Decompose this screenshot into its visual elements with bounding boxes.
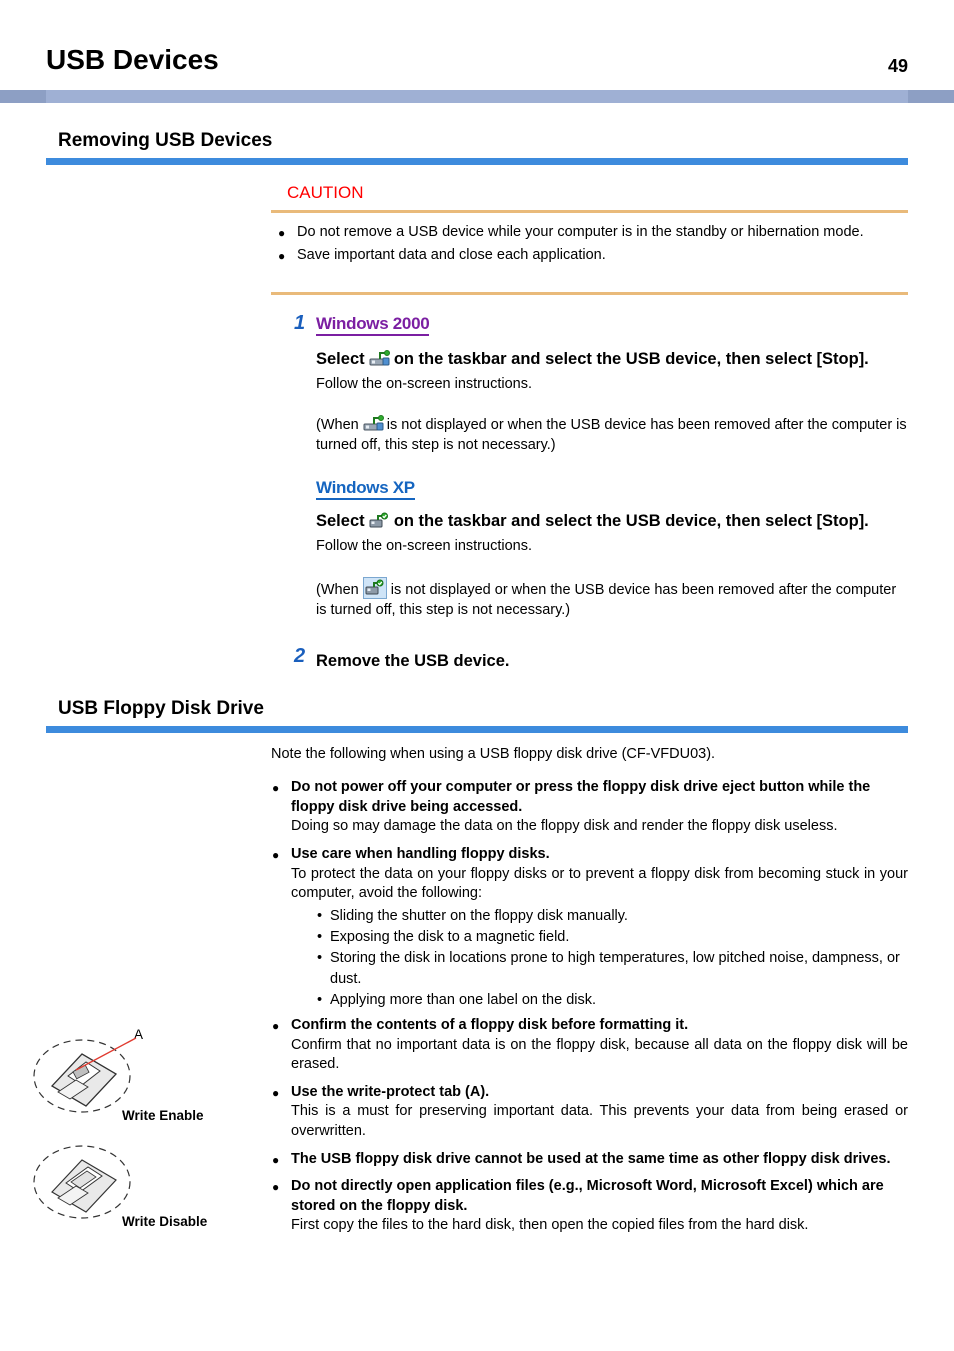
section-underline	[46, 726, 908, 733]
caution-top-rule	[271, 210, 908, 213]
step-1-number: 1	[294, 312, 306, 334]
note-suffix: is not displayed or when the USB device …	[316, 581, 897, 618]
bullet-dot-icon: ●	[272, 847, 280, 862]
floppy-sub-item: Sliding the shutter on the floppy disk m…	[317, 906, 908, 927]
bullet-dot-icon: ●	[272, 1180, 280, 1195]
figure-leader-line	[75, 1037, 137, 1071]
floppy-item: ● Do not directly open application files…	[271, 1177, 908, 1236]
instruction-suffix: on the taskbar and select the USB device…	[393, 512, 869, 530]
section-underline	[46, 158, 908, 165]
bullet-dot-icon: ●	[272, 1152, 280, 1167]
bullet-dot-icon: ●	[272, 1019, 280, 1034]
instruction-follow: Follow the on-screen instructions.	[316, 538, 532, 555]
safely-remove-hardware-icon	[369, 512, 389, 530]
floppy-item-bold: Use the write-protect tab (A).	[291, 1083, 490, 1100]
step-1-win2000-instruction: Select on the taskbar and select the USB…	[316, 348, 908, 455]
floppy-sub-item: Exposing the disk to a magnetic field.	[317, 927, 908, 948]
bullet-dot-icon: ●	[272, 781, 280, 796]
floppy-item-body: Confirm that no important data is on the…	[291, 1036, 908, 1073]
caution-item: ● Do not remove a USB device while your …	[277, 223, 908, 243]
header-band-inner	[46, 90, 908, 103]
instruction-text: Select on the taskbar and select the USB…	[316, 348, 908, 370]
floppy-sub-item: Storing the disk in locations prone to h…	[317, 948, 908, 989]
page-title: USB Devices	[46, 44, 219, 75]
floppy-item-body: Doing so may damage the data on the flop…	[291, 818, 838, 835]
step-1-winxp-instruction: Select on the taskbar and select the USB…	[316, 510, 908, 620]
floppy-item: ● The USB floppy disk drive cannot be us…	[271, 1150, 908, 1170]
caution-item-text: Save important data and close each appli…	[297, 246, 606, 263]
step-2-text: Remove the USB device.	[316, 652, 510, 670]
figure-caption: Write Disable	[122, 1214, 208, 1229]
figure-write-disable: Write Disable	[30, 1136, 240, 1233]
caution-items: ● Do not remove a USB device while your …	[277, 223, 908, 268]
caution-item: ● Save important data and close each app…	[277, 246, 908, 266]
note-prefix: (When	[316, 581, 359, 598]
instruction-prefix: Select	[316, 350, 365, 368]
page-header: USB Devices 49	[0, 0, 954, 105]
note-suffix: is not displayed or when the USB device …	[316, 416, 907, 453]
note-prefix: (When	[316, 416, 359, 433]
floppy-item-bold: Use care when handling floppy disks.	[291, 845, 550, 862]
caution-item-text: Do not remove a USB device while your co…	[297, 224, 864, 240]
safely-remove-hardware-icon	[362, 576, 387, 599]
instruction-follow: Follow the on-screen instructions.	[316, 376, 532, 393]
instruction-suffix: on the taskbar and select the USB device…	[393, 350, 869, 368]
caution-bottom-rule	[271, 292, 908, 295]
section-title: Removing USB Devices	[58, 130, 273, 151]
floppy-item-bold: Confirm the contents of a floppy disk be…	[291, 1017, 689, 1034]
caution-label: CAUTION	[287, 183, 364, 202]
os-tag-windows-2000: Windows 2000	[316, 314, 430, 336]
instruction-prefix: Select	[316, 512, 365, 530]
section-usb-floppy-disk-drive: USB Floppy Disk Drive	[46, 698, 908, 733]
os-tag-windows-xp: Windows XP	[316, 478, 415, 500]
floppy-item: ● Use the write-protect tab (A). This is…	[271, 1083, 908, 1142]
bullet-dot-icon: ●	[272, 1085, 280, 1100]
floppy-sub-item: Applying more than one label on the disk…	[317, 990, 908, 1011]
floppy-intro: Note the following when using a USB flop…	[271, 746, 716, 762]
floppy-item: ● Use care when handling floppy disks. T…	[271, 845, 908, 1010]
floppy-content: Note the following when using a USB flop…	[271, 744, 908, 1239]
step-1-winxp-block: Windows XP	[316, 478, 908, 500]
section-removing-usb-devices: Removing USB Devices	[46, 130, 908, 165]
bullet-dot-icon: ●	[278, 248, 286, 263]
floppy-item-bold: The USB floppy disk drive cannot be used…	[291, 1150, 891, 1167]
step-1-win2000-block: Windows 2000	[316, 314, 908, 336]
floppy-sub-list: Sliding the shutter on the floppy disk m…	[291, 906, 908, 1011]
floppy-item-body: This is a must for preserving important …	[291, 1103, 908, 1139]
instruction-text: Select on the taskbar and select the USB…	[316, 510, 908, 532]
instruction-note: (When is not displayed or when the USB d…	[316, 576, 908, 621]
page-number: 49	[887, 56, 908, 76]
step-2-number: 2	[294, 645, 306, 667]
floppy-item-body: First copy the files to the hard disk, t…	[291, 1217, 809, 1234]
safely-remove-hardware-icon	[369, 350, 391, 368]
floppy-item: ● Confirm the contents of a floppy disk …	[271, 1016, 908, 1075]
figure-write-enable: A Write Enable	[30, 1027, 240, 1127]
floppy-item-body: To protect the data on your floppy disks…	[291, 865, 908, 902]
section-title: USB Floppy Disk Drive	[58, 698, 264, 719]
instruction-note: (When is not displayed or when the USB d…	[316, 414, 908, 456]
floppy-item: ● Do not power off your computer or pres…	[271, 778, 908, 837]
floppy-item-bold: Do not power off your computer or press …	[291, 779, 871, 815]
bullet-dot-icon: ●	[278, 226, 286, 240]
figure-caption: Write Enable	[122, 1108, 204, 1123]
safely-remove-hardware-icon	[363, 414, 384, 433]
floppy-item-bold: Do not directly open application files (…	[291, 1178, 884, 1214]
